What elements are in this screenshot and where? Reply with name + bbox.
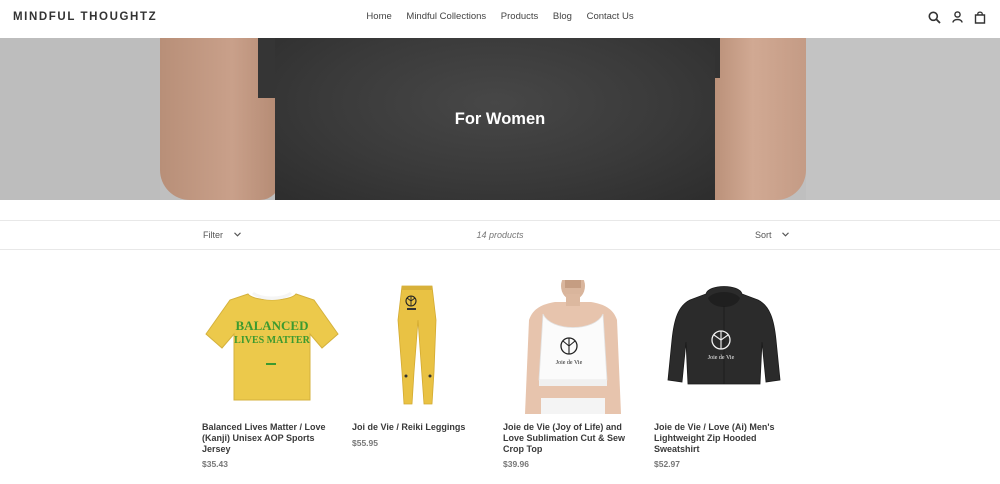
jersey-print-line1: BALANCED <box>236 318 309 333</box>
nav-blog[interactable]: Blog <box>553 11 572 22</box>
collection-toolbar: Filter 14 products Sort <box>0 220 1000 250</box>
product-title[interactable]: Joie de Vie / Love (Ai) Men's Lightweigh… <box>654 422 794 455</box>
account-icon[interactable] <box>952 11 963 23</box>
nav-home[interactable]: Home <box>366 11 391 22</box>
hoodie-print-text: Joie de Vie <box>708 355 735 361</box>
chevron-down-icon <box>782 232 789 237</box>
nav-contact-us[interactable]: Contact Us <box>587 11 634 22</box>
search-icon[interactable] <box>928 11 941 24</box>
site-header: MINDFUL THOUGHTZ Home Mindful Collection… <box>0 0 1000 38</box>
nav-mindful-collections[interactable]: Mindful Collections <box>406 11 486 22</box>
collection-title: For Women <box>454 110 546 128</box>
product-count: 14 products <box>476 230 524 240</box>
product-image[interactable]: Joie de Vie <box>654 280 794 414</box>
product-title[interactable]: Joi de Vie / Reiki Leggings <box>352 422 492 433</box>
product-price: $52.97 <box>654 459 680 469</box>
jersey-print-line2: LIVES MATTER <box>234 335 310 346</box>
sort-label: Sort <box>755 230 772 240</box>
sort-dropdown[interactable]: Sort <box>755 230 789 240</box>
crop-top-print-text: Joie de Vie <box>556 360 583 366</box>
product-title[interactable]: Balanced Lives Matter / Love (Kanji) Uni… <box>202 422 342 455</box>
product-image[interactable]: BALANCED LIVES MATTER <box>202 280 342 414</box>
product-price: $35.43 <box>202 459 228 469</box>
product-title[interactable]: Joie de Vie (Joy of Life) and Love Subli… <box>503 422 643 455</box>
main-nav: Home Mindful Collections Products Blog C… <box>0 11 1000 22</box>
header-icons <box>928 9 986 25</box>
product-image[interactable]: Joie de Vie <box>503 280 643 414</box>
nav-products[interactable]: Products <box>501 11 539 22</box>
collection-hero-image: For Women <box>0 38 1000 200</box>
product-price: $55.95 <box>352 438 378 448</box>
cart-icon[interactable] <box>974 11 986 24</box>
product-price: $39.96 <box>503 459 529 469</box>
product-image[interactable] <box>352 280 492 414</box>
